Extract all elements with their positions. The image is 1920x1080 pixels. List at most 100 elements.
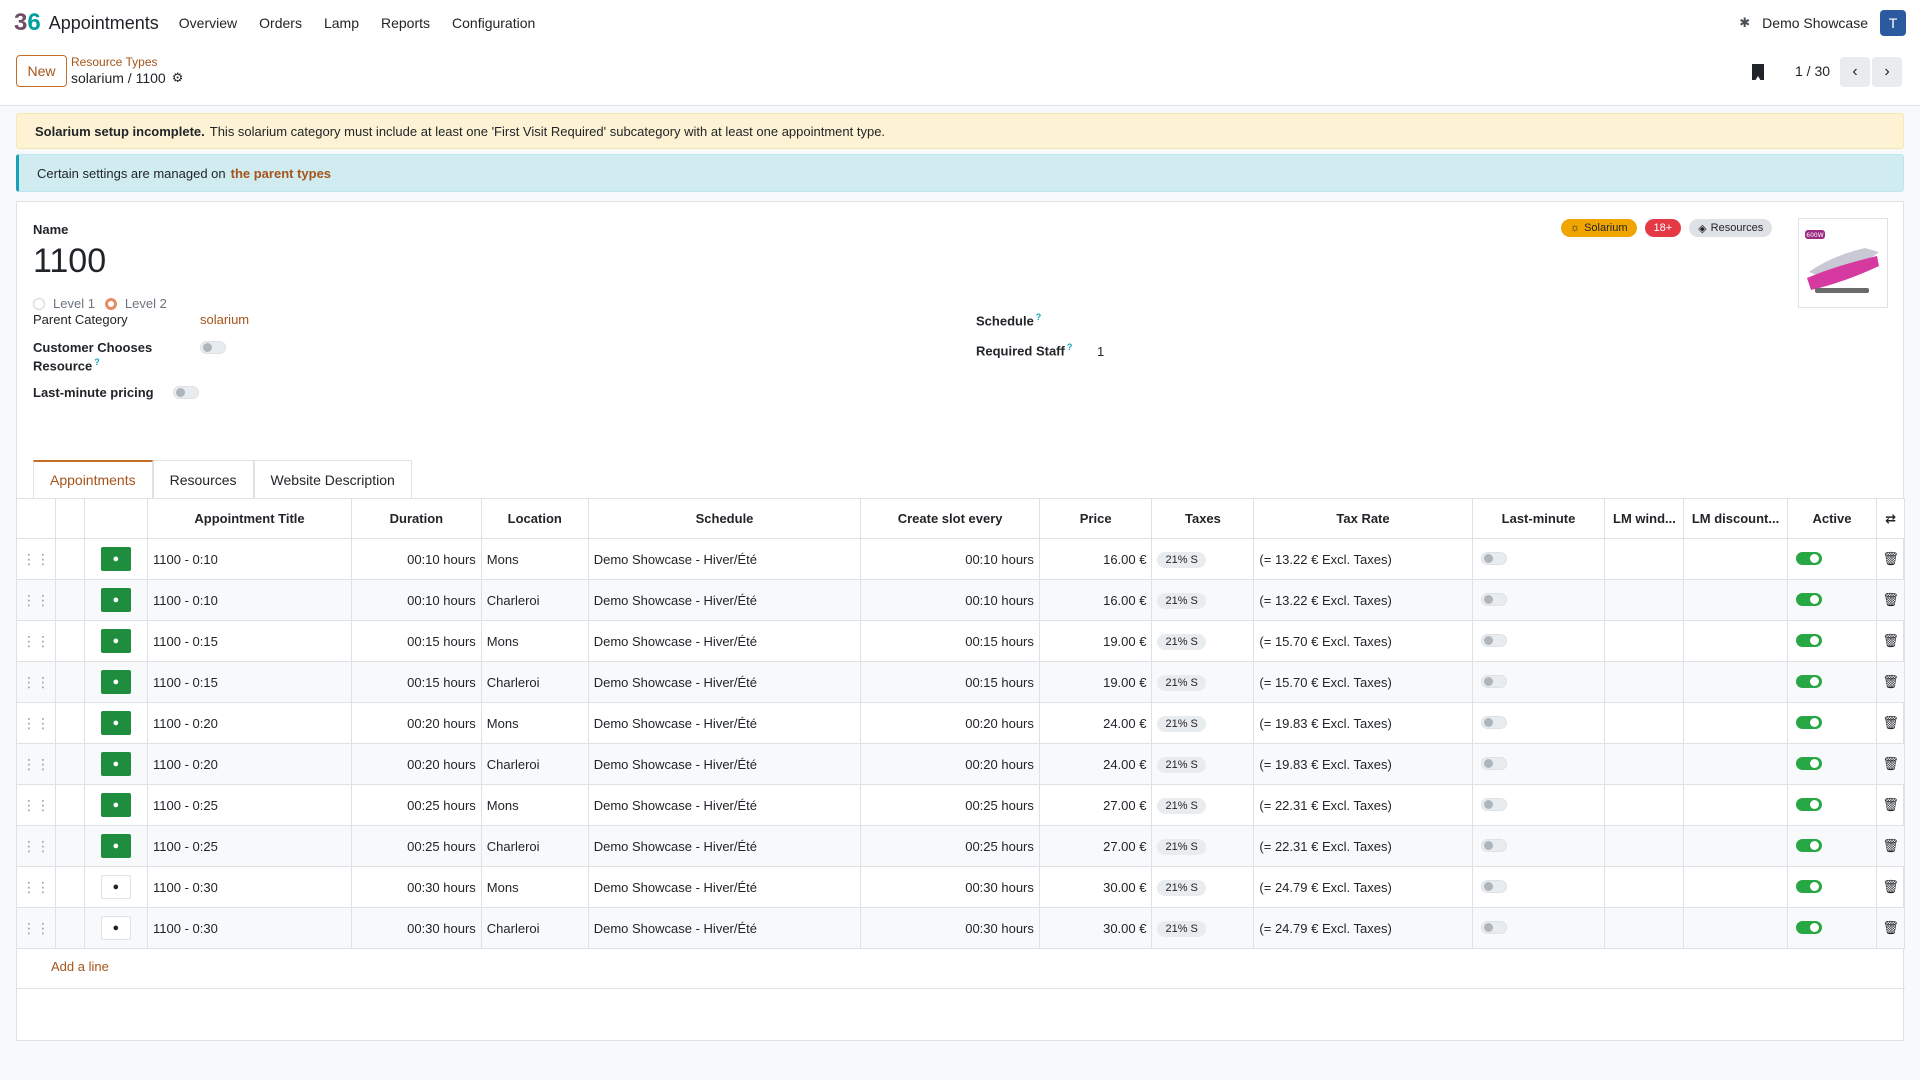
menu-configuration[interactable]: Configuration [452,15,535,31]
table-row[interactable]: ⋮⋮ ● 1100 - 0:20 00:20 hours Charleroi Demo S… [17,743,1905,785]
schedule[interactable]: Demo Showcase - Hiver/Été [588,702,862,744]
row-select-cell[interactable] [55,538,85,580]
row-select-cell[interactable] [55,702,85,744]
active-toggle[interactable] [1795,839,1822,852]
table-row[interactable]: ⋮⋮ ● 1100 - 0:20 00:20 hours Mons Demo Showca… [17,702,1905,744]
help-tooltip-icon[interactable]: ? [94,357,100,367]
last-minute-toggle[interactable] [1480,634,1507,647]
lm-window[interactable] [1604,825,1685,867]
drag-handle-icon[interactable]: ⋮⋮ [17,825,56,867]
help-tooltip-icon[interactable]: ? [1067,342,1073,352]
globe-icon[interactable]: ● [100,916,131,940]
header-slot[interactable]: Create slot every [860,498,1040,539]
globe-icon[interactable]: ● [100,588,131,612]
schedule[interactable]: Demo Showcase - Hiver/Été [588,620,862,662]
row-select-cell[interactable] [55,907,85,949]
duration[interactable]: 00:15 hours [351,620,482,662]
location[interactable]: Charleroi [481,743,589,785]
price[interactable]: 30.00 € [1039,866,1153,908]
last-minute-toggle[interactable] [1480,675,1507,688]
parent-types-link[interactable]: the parent types [231,166,331,181]
globe-icon[interactable]: ● [100,711,131,735]
customer-chooses-resource-toggle[interactable] [200,341,226,354]
new-button[interactable]: New [16,55,67,87]
active-toggle[interactable] [1795,880,1822,893]
price[interactable]: 19.00 € [1039,620,1153,662]
location[interactable]: Mons [481,702,589,744]
table-row[interactable]: ⋮⋮ ● 1100 - 0:25 00:25 hours Mons Demo Showca… [17,784,1905,826]
lm-discount[interactable] [1683,825,1788,867]
trash-icon[interactable]: 🗑 [1876,702,1905,744]
trash-icon[interactable]: 🗑 [1876,538,1905,580]
slot-interval[interactable]: 00:30 hours [860,907,1040,949]
table-row[interactable]: ⋮⋮ ● 1100 - 0:30 00:30 hours Charleroi Demo S… [17,907,1905,949]
schedule[interactable]: Demo Showcase - Hiver/Été [588,579,862,621]
last-minute-toggle[interactable] [1480,757,1507,770]
taxes-cell[interactable]: 21% S [1151,620,1255,662]
header-lm-discount[interactable]: LM discount... [1683,498,1788,539]
lm-discount[interactable] [1683,784,1788,826]
drag-handle-icon[interactable]: ⋮⋮ [17,907,56,949]
schedule[interactable]: Demo Showcase - Hiver/Été [588,743,862,785]
last-minute-toggle[interactable] [1480,798,1507,811]
row-select-cell[interactable] [55,866,85,908]
menu-reports[interactable]: Reports [381,15,430,31]
slot-interval[interactable]: 00:30 hours [860,866,1040,908]
drag-handle-icon[interactable]: ⋮⋮ [17,538,56,580]
appointment-title[interactable]: 1100 - 0:15 [147,620,353,662]
drag-handle-icon[interactable]: ⋮⋮ [17,661,56,703]
header-schedule[interactable]: Schedule [588,498,862,539]
column-settings[interactable]: ⇄ [1876,498,1905,539]
location[interactable]: Charleroi [481,907,589,949]
last-minute-toggle[interactable] [1480,593,1507,606]
parent-category-field[interactable]: solarium [200,312,249,327]
slot-interval[interactable]: 00:25 hours [860,825,1040,867]
globe-icon[interactable]: ● [100,629,131,653]
row-select-cell[interactable] [55,579,85,621]
table-row[interactable]: ⋮⋮ ● 1100 - 0:10 00:10 hours Charleroi Demo S… [17,579,1905,621]
location[interactable]: Mons [481,620,589,662]
appointment-title[interactable]: 1100 - 0:25 [147,825,353,867]
lm-window[interactable] [1604,620,1685,662]
active-toggle[interactable] [1795,798,1822,811]
last-minute-toggle[interactable] [1480,880,1507,893]
price[interactable]: 24.00 € [1039,743,1153,785]
table-row[interactable]: ⋮⋮ ● 1100 - 0:15 00:15 hours Mons Demo Showca… [17,620,1905,662]
globe-icon[interactable]: ● [100,752,131,776]
globe-icon[interactable]: ● [100,834,131,858]
lm-window[interactable] [1604,702,1685,744]
level-1-radio[interactable] [33,297,45,310]
table-row[interactable]: ⋮⋮ ● 1100 - 0:15 00:15 hours Charleroi Demo S… [17,661,1905,703]
required-staff-field[interactable]: 1 [1097,344,1104,359]
last-minute-toggle[interactable] [1480,716,1507,729]
tag-solarium[interactable]: ☼ Solarium [1561,219,1637,237]
header-tax-rate[interactable]: Tax Rate [1253,498,1473,539]
slot-interval[interactable]: 00:15 hours [860,661,1040,703]
app-name[interactable]: Appointments [49,13,159,34]
duration[interactable]: 00:30 hours [351,907,482,949]
active-toggle[interactable] [1795,921,1822,934]
header-location[interactable]: Location [481,498,589,539]
gear-icon[interactable]: ⚙ [172,70,184,86]
trash-icon[interactable]: 🗑 [1876,620,1905,662]
lm-discount[interactable] [1683,743,1788,785]
lm-discount[interactable] [1683,620,1788,662]
breadcrumb-parent[interactable]: Resource Types [71,55,158,69]
drag-handle-icon[interactable]: ⋮⋮ [17,702,56,744]
location[interactable]: Mons [481,784,589,826]
row-select-cell[interactable] [55,661,85,703]
duration[interactable]: 00:20 hours [351,743,482,785]
active-toggle[interactable] [1795,552,1822,565]
location[interactable]: Mons [481,538,589,580]
lm-discount[interactable] [1683,661,1788,703]
globe-icon[interactable]: ● [100,793,131,817]
pager-next-button[interactable]: › [1872,57,1902,87]
trash-icon[interactable]: 🗑 [1876,907,1905,949]
trash-icon[interactable]: 🗑 [1876,579,1905,621]
header-last-minute[interactable]: Last-minute [1472,498,1606,539]
tag-resources[interactable]: ◈ Resources [1689,219,1773,237]
company-switcher[interactable]: Demo Showcase [1762,15,1868,31]
lm-window[interactable] [1604,784,1685,826]
active-toggle[interactable] [1795,593,1822,606]
appointment-title[interactable]: 1100 - 0:10 [147,579,353,621]
